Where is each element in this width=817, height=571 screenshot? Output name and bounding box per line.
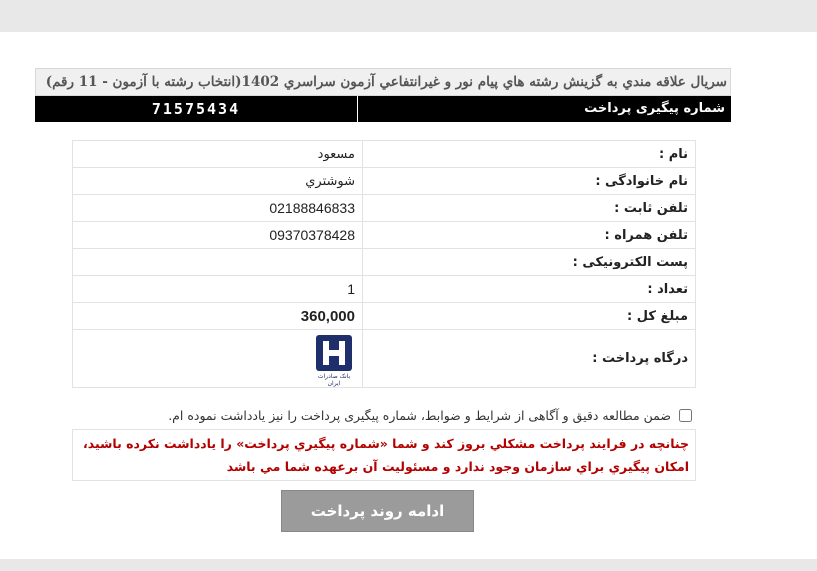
total-amount-label: مبلغ کل : [362, 302, 696, 330]
payment-gateway-label: درگاه پرداخت : [362, 329, 696, 388]
terms-agreement: ضمن مطالعه دقیق و آگاهی از شرایط و ضوابط… [80, 404, 692, 426]
email-label: پست الکترونیکی : [362, 248, 696, 276]
mobile-value: 09370378428 [72, 221, 363, 249]
table-row: تلفن ثابت : 02188846833 [72, 194, 696, 222]
first-name-value: مسعود [72, 140, 363, 168]
table-row: درگاه پرداخت : بانک صادرات ایران [72, 329, 696, 388]
quantity-label: تعداد : [362, 275, 696, 303]
bottom-band [0, 559, 817, 571]
payment-info-table: نام : مسعود نام خانوادگی : شوشتري تلفن ث… [72, 140, 696, 388]
table-row: پست الکترونیکی : [72, 248, 696, 276]
total-amount-value: 360,000 [72, 302, 363, 330]
product-title: سريال علاقه مندي به گزينش رشته هاي پيام … [35, 68, 731, 96]
email-value [72, 248, 363, 276]
first-name-label: نام : [362, 140, 696, 168]
table-row: تلفن همراه : 09370378428 [72, 221, 696, 249]
tracking-number-bar: شماره پیگیری پرداخت 71575434 [35, 96, 731, 122]
last-name-value: شوشتري [72, 167, 363, 195]
top-band [0, 0, 817, 32]
quantity-value: 1 [72, 275, 363, 303]
tracking-label: شماره پیگیری پرداخت [357, 96, 731, 122]
table-row: نام : مسعود [72, 140, 696, 168]
phone-value: 02188846833 [72, 194, 363, 222]
tracking-warning-text: چنانچه در فرایند پرداخت مشکلي بروز کند و… [72, 429, 696, 481]
continue-payment-button[interactable]: ادامه روند پرداخت [281, 490, 474, 532]
table-row: تعداد : 1 [72, 275, 696, 303]
payment-gateway-cell: بانک صادرات ایران [72, 329, 363, 388]
mobile-label: تلفن همراه : [362, 221, 696, 249]
tracking-code: 71575434 [151, 100, 241, 118]
phone-label: تلفن ثابت : [362, 194, 696, 222]
table-row: مبلغ کل : 360,000 [72, 302, 696, 330]
terms-label: ضمن مطالعه دقیق و آگاهی از شرایط و ضوابط… [168, 407, 671, 423]
table-row: نام خانوادگی : شوشتري [72, 167, 696, 195]
terms-checkbox[interactable] [679, 408, 692, 422]
bank-saderat-logo-icon[interactable]: بانک صادرات ایران [313, 333, 355, 387]
bank-logo-caption: بانک صادرات ایران [317, 372, 351, 387]
last-name-label: نام خانوادگی : [362, 167, 696, 195]
